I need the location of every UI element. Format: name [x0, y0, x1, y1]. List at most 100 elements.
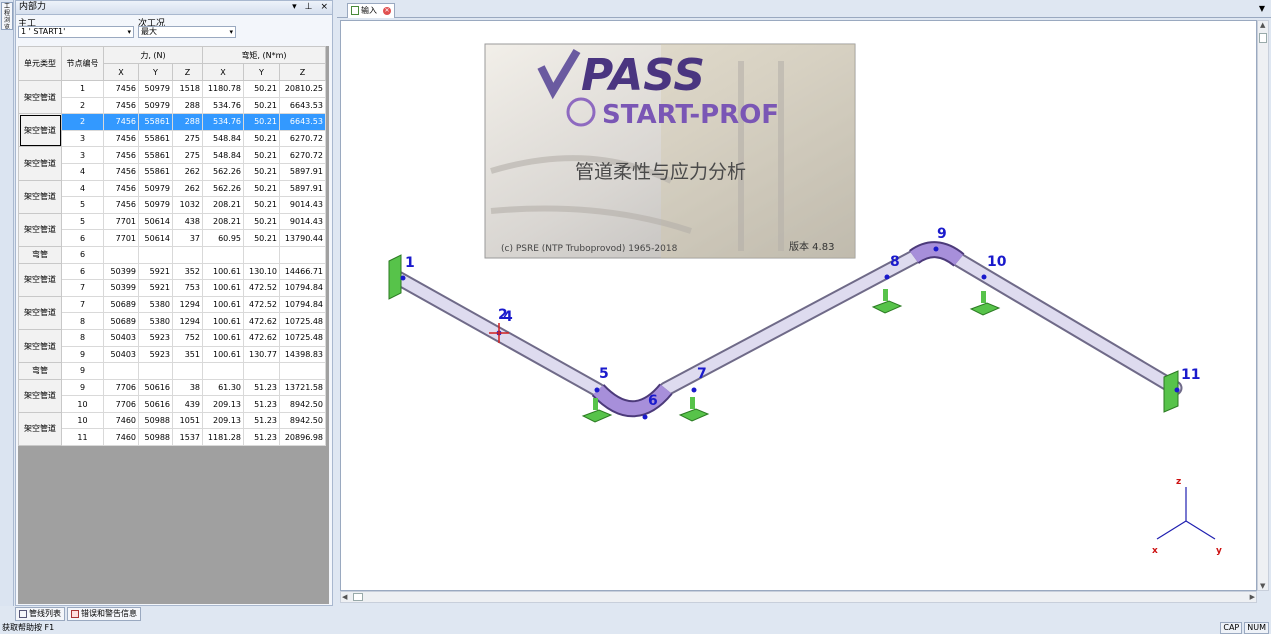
value-cell[interactable]: 7456	[103, 162, 139, 181]
value-cell[interactable]: 100.61	[202, 262, 244, 281]
table-row[interactable]: 5 7456 50979 1032 208.21 50.21 9014.43	[19, 196, 326, 214]
value-cell[interactable]	[243, 362, 280, 380]
value-cell[interactable]: 50.21	[243, 129, 280, 148]
node-cell[interactable]: 7	[61, 295, 104, 314]
value-cell[interactable]: 1181.28	[202, 428, 244, 447]
value-cell[interactable]: 6643.53	[279, 113, 326, 131]
value-cell[interactable]	[138, 245, 173, 264]
col-header-node[interactable]: 节点编号	[61, 46, 104, 81]
value-cell[interactable]: 55861	[138, 129, 173, 148]
value-cell[interactable]: 50988	[138, 428, 173, 447]
col-header-fx[interactable]: X	[103, 63, 139, 81]
value-cell[interactable]: 55861	[138, 162, 173, 181]
horizontal-scroll-thumb[interactable]	[353, 593, 363, 601]
value-cell[interactable]: 352	[172, 262, 203, 281]
anchor-support-1[interactable]	[388, 254, 402, 300]
value-cell[interactable]	[103, 362, 139, 380]
value-cell[interactable]: 9014.43	[279, 212, 326, 231]
table-row[interactable]: 架空管道 10 7460 50988 1051 209.13 51.23 8942.50	[18, 411, 326, 447]
element-type-cell[interactable]: 架空管道	[18, 262, 62, 297]
value-cell[interactable]	[172, 362, 203, 380]
value-cell[interactable]: 5897.91	[279, 179, 326, 198]
value-cell[interactable]: 1180.78	[202, 80, 244, 98]
value-cell[interactable]: 5380	[138, 295, 173, 314]
value-cell[interactable]: 472.62	[243, 312, 280, 330]
value-cell[interactable]: 10725.48	[279, 312, 326, 330]
value-cell[interactable]: 7460	[103, 428, 139, 447]
value-cell[interactable]: 50689	[103, 295, 139, 314]
value-cell[interactable]: 438	[172, 212, 203, 231]
value-cell[interactable]: 7456	[103, 179, 139, 198]
value-cell[interactable]: 288	[172, 96, 203, 115]
value-cell[interactable]: 38	[172, 378, 203, 397]
support-10[interactable]	[969, 291, 1001, 316]
value-cell[interactable]: 562.26	[202, 162, 244, 181]
value-cell[interactable]: 50979	[138, 196, 173, 214]
value-cell[interactable]: 7701	[103, 229, 139, 247]
tab-errors-warnings[interactable]: 错误和警告信息	[67, 607, 141, 621]
value-cell[interactable]: 534.76	[202, 113, 244, 131]
value-cell[interactable]: 51.23	[243, 378, 280, 397]
value-cell[interactable]: 50616	[138, 395, 173, 413]
node-cell[interactable]: 2	[61, 113, 104, 131]
value-cell[interactable]: 209.13	[202, 395, 244, 413]
value-cell[interactable]: 1537	[172, 428, 203, 447]
value-cell[interactable]: 20896.98	[279, 428, 326, 447]
node-cell[interactable]: 4	[61, 162, 104, 181]
value-cell[interactable]	[138, 362, 173, 380]
value-cell[interactable]	[279, 362, 326, 380]
value-cell[interactable]	[202, 245, 244, 264]
horizontal-scrollbar[interactable]: ◀ ▶	[340, 591, 1257, 603]
value-cell[interactable]: 5897.91	[279, 162, 326, 181]
value-cell[interactable]: 8942.50	[279, 395, 326, 413]
value-cell[interactable]: 50616	[138, 378, 173, 397]
value-cell[interactable]: 288	[172, 113, 203, 131]
value-cell[interactable]: 51.23	[243, 395, 280, 413]
value-cell[interactable]: 753	[172, 279, 203, 297]
value-cell[interactable]: 50403	[103, 328, 139, 347]
value-cell[interactable]: 351	[172, 345, 203, 364]
node-cell[interactable]: 8	[61, 328, 104, 347]
support-7[interactable]	[678, 397, 710, 422]
value-cell[interactable]: 7701	[103, 212, 139, 231]
value-cell[interactable]	[279, 245, 326, 264]
table-row[interactable]: 架空管道 4 7456 50979 262 562.26 50.21 5897.91	[18, 179, 326, 214]
value-cell[interactable]: 5923	[138, 328, 173, 347]
scroll-up-icon[interactable]: ▲	[1260, 21, 1265, 29]
value-cell[interactable]: 8942.50	[279, 411, 326, 430]
table-row[interactable]: 架空管道 1 7456 50979 1518 1180.78 50.21 20810.25	[18, 79, 326, 115]
value-cell[interactable]: 7460	[103, 411, 139, 430]
col-header-mx[interactable]: X	[202, 63, 244, 81]
value-cell[interactable]: 7706	[103, 395, 139, 413]
panel-menu-icon[interactable]: ▾	[292, 1, 297, 14]
tab-list-dropdown-icon[interactable]: ▼	[1259, 4, 1265, 13]
support-8[interactable]	[871, 289, 903, 314]
value-cell[interactable]: 534.76	[202, 96, 244, 115]
value-cell[interactable]: 13790.44	[279, 229, 326, 247]
element-type-cell[interactable]: 架空管道	[18, 378, 62, 413]
value-cell[interactable]: 20810.25	[279, 80, 326, 98]
panel-pin-icon[interactable]: ⊥	[305, 1, 313, 14]
node-cell[interactable]: 5	[61, 212, 104, 231]
value-cell[interactable]: 51.23	[243, 411, 280, 430]
value-cell[interactable]: 60.95	[202, 229, 244, 247]
value-cell[interactable]: 208.21	[202, 212, 244, 231]
value-cell[interactable]: 5921	[138, 262, 173, 281]
table-row[interactable]: 架空管道 3 7456 55861 275 548.84 50.21 6270.72	[18, 146, 326, 181]
element-type-cell[interactable]: 架空管道	[18, 113, 62, 148]
value-cell[interactable]: 50979	[138, 179, 173, 198]
value-cell[interactable]: 100.61	[202, 328, 244, 347]
value-cell[interactable]: 14466.71	[279, 262, 326, 281]
element-type-cell[interactable]: 架空管道	[18, 328, 62, 364]
value-cell[interactable]: 209.13	[202, 411, 244, 430]
value-cell[interactable]: 50399	[103, 279, 139, 297]
tab-input[interactable]: 输入 ✕	[347, 3, 395, 18]
value-cell[interactable]	[103, 245, 139, 264]
value-cell[interactable]: 14398.83	[279, 345, 326, 364]
node-cell[interactable]: 3	[61, 146, 104, 164]
value-cell[interactable]: 262	[172, 162, 203, 181]
node-cell[interactable]: 5	[61, 196, 104, 214]
scroll-down-icon[interactable]: ▼	[1260, 582, 1265, 590]
value-cell[interactable]: 37	[172, 229, 203, 247]
table-row[interactable]: 架空管道 7 50689 5380 1294 100.61 472.52 10794.84	[18, 295, 326, 330]
